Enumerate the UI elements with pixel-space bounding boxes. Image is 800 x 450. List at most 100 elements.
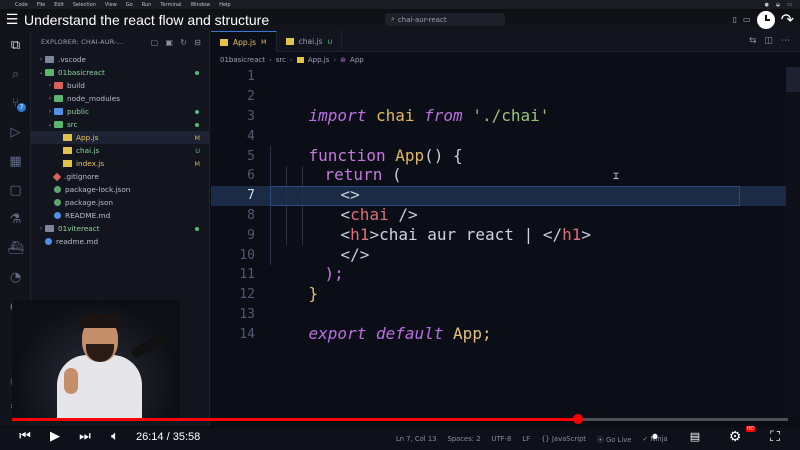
menubar-item-run[interactable]: Run xyxy=(142,2,152,8)
tree-item[interactable]: readme.md xyxy=(31,235,209,248)
video-title-bar: ☰ Understand the react flow and structur… xyxy=(0,9,800,31)
menubar-item-go[interactable]: Go xyxy=(126,2,133,8)
tree-item[interactable]: package.json xyxy=(31,196,209,209)
jsx-bracket: > xyxy=(581,224,592,244)
timeline-icon[interactable]: ◔ xyxy=(0,263,31,292)
video-scrubber-handle[interactable] xyxy=(573,414,583,424)
run-debug-icon[interactable]: ▷ xyxy=(0,118,31,147)
menubar-item-help[interactable]: Help xyxy=(219,2,230,8)
collapse-all-icon[interactable]: ⊟ xyxy=(194,38,201,47)
menubar-item-terminal[interactable]: Terminal xyxy=(160,2,181,8)
volume-icon[interactable]: 🔈︎ xyxy=(100,429,130,444)
breadcrumb-separator-icon: › xyxy=(290,55,293,64)
identifier-chai: chai xyxy=(375,106,415,125)
line-number: 8 xyxy=(247,207,255,223)
next-video-icon[interactable]: ⏭ xyxy=(70,429,100,444)
new-file-icon[interactable]: ▢ xyxy=(151,38,159,47)
tree-item[interactable]: › 01vitereact xyxy=(31,222,209,235)
video-title[interactable]: Understand the react flow and structure xyxy=(24,12,269,28)
chevron-down-icon: ⌄ xyxy=(47,121,53,128)
tree-item-label: chai.js xyxy=(76,146,100,155)
webcam-overlay xyxy=(12,300,180,418)
breadcrumb-separator-icon: › xyxy=(269,55,272,64)
split-editor-icon[interactable]: ◫ xyxy=(764,36,773,46)
source-control-icon[interactable]: ⑂ 7 xyxy=(0,89,31,118)
menubar-status-icons: ● ◒ ▭ xyxy=(765,2,800,8)
menubar-item-file[interactable]: File xyxy=(37,2,45,8)
battery-icon[interactable]: ▭ xyxy=(787,2,792,8)
remote-explorer-icon[interactable]: ▢ xyxy=(0,176,31,205)
control-center-icon[interactable]: ● xyxy=(765,2,769,8)
share-icon[interactable]: ↷ xyxy=(781,10,794,29)
js-file-icon xyxy=(63,147,72,154)
search-icon[interactable]: ⌕ xyxy=(0,60,31,89)
tree-item[interactable]: App.js M xyxy=(31,131,209,144)
subtitles-icon[interactable]: ▤ xyxy=(680,430,710,443)
video-top-actions: ▯ ▭ ↷ xyxy=(733,10,794,29)
more-actions-icon[interactable]: ⋯ xyxy=(781,36,790,46)
tree-item[interactable]: ⌄ 01basicreact xyxy=(31,66,209,79)
tree-item-label: readme.md xyxy=(56,237,99,246)
layout-panel-icon[interactable]: ▭ xyxy=(743,15,751,24)
new-folder-icon[interactable]: ▣ xyxy=(165,38,173,47)
breadcrumb-item[interactable]: App xyxy=(350,56,364,64)
breadcrumb-item[interactable]: App.js xyxy=(308,56,330,64)
video-controls: ⏮ ▶ ⏭ 🔈︎ 26:14 / 35:58 ⏺ ▤ ⚙ HD ⛶ xyxy=(0,423,800,450)
scrollbar-thumb[interactable] xyxy=(786,67,800,92)
tree-item[interactable]: › build xyxy=(31,79,209,92)
compare-icon[interactable]: ⇆ xyxy=(749,36,757,46)
source-control-badge: 7 xyxy=(17,103,26,112)
menubar-item-view[interactable]: View xyxy=(105,2,117,8)
menubar-item-edit[interactable]: Edit xyxy=(54,2,64,8)
video-progress-fill xyxy=(12,418,578,421)
symbol-icon: ⊛ xyxy=(340,55,347,64)
presenter-hand xyxy=(64,368,78,394)
json-file-icon xyxy=(54,186,61,193)
previous-video-icon[interactable]: ⏮ xyxy=(10,429,40,444)
js-file-icon xyxy=(296,56,304,63)
line-number: 10 xyxy=(239,247,255,263)
menubar-item-window[interactable]: Window xyxy=(190,2,210,8)
tree-item[interactable]: .gitignore xyxy=(31,170,209,183)
line-number: 14 xyxy=(239,326,255,342)
docker-icon[interactable]: ⛴ xyxy=(0,234,31,263)
tab-chai-js[interactable]: chai.js U xyxy=(277,31,343,52)
editor-scrollbar[interactable] xyxy=(786,67,800,417)
tree-item-label: src xyxy=(67,120,78,129)
wifi-icon[interactable]: ◒ xyxy=(776,2,780,8)
tree-item[interactable]: › public xyxy=(31,105,209,118)
code-editor[interactable]: 1 2 3 4 5 6 7 8 9 10 11 12 13 14 import chai from './… xyxy=(211,67,786,417)
playlist-menu-icon[interactable]: ☰ xyxy=(0,9,24,31)
fullscreen-icon[interactable]: ⛶ xyxy=(760,429,790,445)
settings-gear-icon[interactable]: ⚙ HD xyxy=(720,425,755,445)
watch-later-icon[interactable] xyxy=(756,10,775,29)
tab-app-js[interactable]: App.js M xyxy=(211,31,277,52)
autoplay-toggle-icon[interactable]: ⏺ xyxy=(640,430,670,444)
tree-item[interactable]: ⌄ src xyxy=(31,118,209,131)
editor-line[interactable]: 1 xyxy=(211,67,786,87)
command-search[interactable]: ⌕ chai-aur-react xyxy=(385,13,505,26)
line-number: 9 xyxy=(247,227,255,243)
explorer-icon[interactable]: ⧉ xyxy=(0,31,31,60)
extensions-icon[interactable]: ▦ xyxy=(0,147,31,176)
refresh-icon[interactable]: ↻ xyxy=(180,38,187,47)
layout-toggle-icon[interactable]: ▯ xyxy=(733,15,737,24)
tree-item[interactable]: index.js M xyxy=(31,157,209,170)
tree-item[interactable]: › node_modules xyxy=(31,92,209,105)
breadcrumb-item[interactable]: src xyxy=(276,56,286,64)
testing-icon[interactable]: ⚗ xyxy=(0,205,31,234)
tree-item[interactable]: › .vscode xyxy=(31,53,209,66)
jsx-bracket: </ xyxy=(542,224,563,244)
play-icon[interactable]: ▶ xyxy=(40,429,70,444)
folder-icon xyxy=(54,95,63,102)
line-number: 4 xyxy=(247,128,255,144)
git-status-dot xyxy=(195,70,199,75)
tree-item[interactable]: package-lock.json xyxy=(31,183,209,196)
menubar-item-code[interactable]: Code xyxy=(15,2,28,8)
menubar-item-selection[interactable]: Selection xyxy=(73,2,96,8)
tree-item[interactable]: chai.js U xyxy=(31,144,209,157)
line-number: 5 xyxy=(247,148,255,164)
tree-item[interactable]: README.md xyxy=(31,209,209,222)
tree-item-label: node_modules xyxy=(67,94,121,103)
breadcrumb-item[interactable]: 01basicreact xyxy=(220,56,265,64)
